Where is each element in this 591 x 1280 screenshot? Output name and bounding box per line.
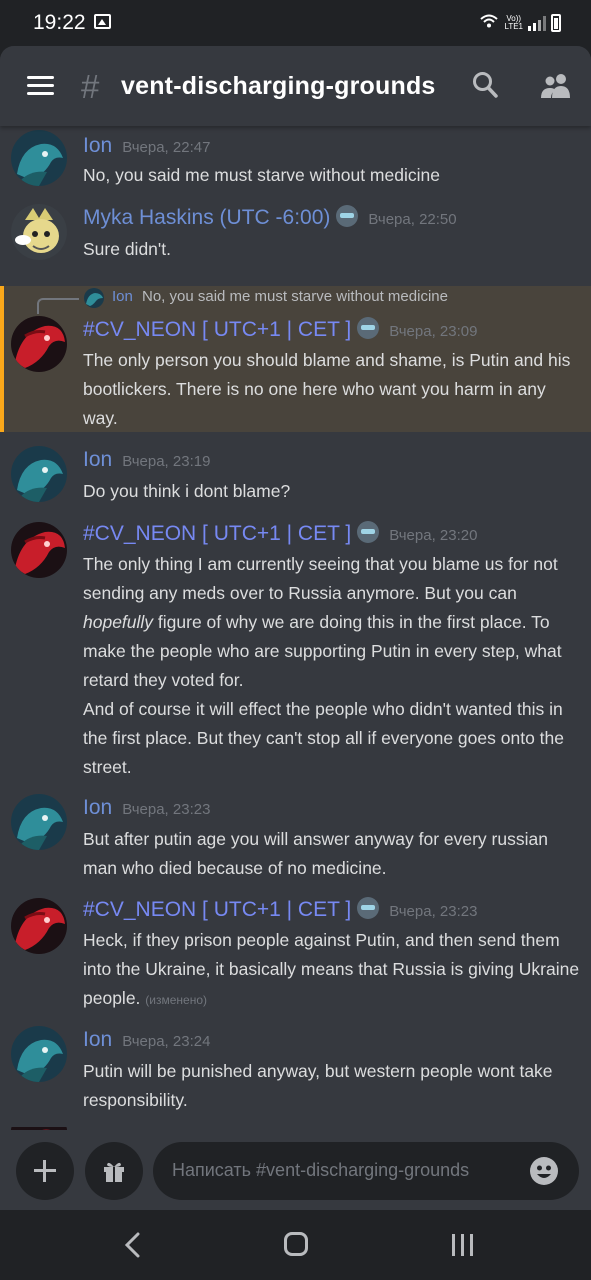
menu-icon[interactable] [27, 76, 54, 96]
message-text: Heck, if they prison people against Puti… [83, 930, 580, 1008]
message-timestamp: Вчера, 23:20 [389, 527, 478, 544]
signal-icon [528, 15, 546, 31]
message-author[interactable]: Ion Вчера, 22:47 [83, 134, 210, 158]
message-timestamp: Вчера, 22:50 [368, 211, 457, 228]
wifi-icon [479, 13, 499, 34]
message-text: Sure didn't. [83, 239, 171, 259]
members-icon[interactable] [540, 72, 572, 98]
reply-author[interactable]: Ion [112, 288, 133, 305]
recents-icon[interactable] [452, 1234, 474, 1256]
message-timestamp: Вчера, 23:23 [122, 801, 211, 818]
avatar [11, 1122, 67, 1130]
reply-avatar [84, 288, 104, 308]
channel-header: # vent-discharging-grounds [0, 46, 591, 126]
nitro-badge-icon [357, 521, 380, 544]
avatar[interactable] [11, 794, 67, 850]
message-list[interactable]: Ion Вчера, 22:47 No, you said me must sta… [0, 126, 591, 1130]
channel-hash-icon: # [81, 68, 100, 105]
channel-title: vent-discharging-grounds [121, 72, 436, 100]
nitro-badge-icon [357, 317, 380, 340]
volte-label: Vo)) LTE1 [504, 14, 523, 31]
message-author[interactable]: Ion Вчера, 23:24 [83, 1028, 210, 1052]
add-attachment-button[interactable] [16, 1142, 74, 1200]
edited-marker: (изменено) [145, 993, 208, 1007]
home-icon[interactable] [284, 1232, 308, 1256]
message-timestamp: Вчера, 23:23 [389, 903, 478, 920]
gallery-notification-icon [94, 14, 111, 29]
status-time: 19:22 [33, 11, 86, 34]
nitro-badge-icon [357, 897, 380, 920]
status-bar: 19:22 Vo)) LTE1 [0, 0, 591, 46]
message-text: But after putin age you will answer anyw… [83, 829, 548, 878]
message-timestamp: Вчера, 22:47 [122, 139, 211, 156]
message-timestamp: Вчера, 23:09 [389, 323, 478, 340]
message-author[interactable]: #CV_NEON [ UTC+1 | CET ] Вчера, 23:20 [83, 521, 478, 546]
avatar[interactable] [11, 522, 67, 578]
message-author[interactable]: Myka Haskins (UTC -6:00) Вчера, 22:50 [83, 205, 457, 230]
message-timestamp: Вчера, 23:19 [122, 453, 211, 470]
avatar[interactable] [11, 130, 67, 186]
message-author[interactable]: #CV_NEON [ UTC+1 | CET ] Вчера, 23:23 [83, 897, 478, 922]
emoji-icon[interactable] [529, 1156, 559, 1186]
nitro-badge-icon [336, 205, 359, 228]
message-timestamp: Вчера, 23:24 [122, 1033, 211, 1050]
message-author[interactable]: #CV_NEON [ UTC+1 | CET ] Вчера, 23:09 [83, 317, 478, 342]
reply-connector [37, 298, 79, 314]
message-text: The only person you should blame and sha… [83, 350, 571, 428]
message-input-placeholder: Написать #vent-discharging-grounds [172, 1160, 470, 1180]
message-author[interactable]: Ion Вчера, 23:19 [83, 448, 210, 472]
avatar[interactable] [11, 898, 67, 954]
avatar[interactable] [11, 446, 67, 502]
avatar[interactable] [11, 316, 67, 372]
reply-preview-text[interactable]: No, you said me must starve without medi… [142, 288, 448, 305]
message-input-bar: Написать #vent-discharging-grounds [0, 1130, 591, 1210]
status-icons: Vo)) LTE1 [479, 12, 561, 34]
search-icon[interactable] [472, 71, 498, 99]
message-text: No, you said me must starve without medi… [83, 165, 440, 185]
emphasis-text: hopefully [83, 612, 154, 632]
gift-button[interactable] [85, 1142, 143, 1200]
message-text: The only thing I am currently seeing tha… [83, 554, 564, 777]
message-text: Putin will be punished anyway, but weste… [83, 1061, 553, 1110]
back-icon[interactable] [122, 1232, 142, 1258]
gift-icon [104, 1162, 124, 1182]
message-input[interactable]: Написать #vent-discharging-grounds [153, 1142, 579, 1200]
message-author[interactable]: Ion Вчера, 23:23 [83, 796, 210, 820]
avatar[interactable] [11, 204, 67, 260]
message-text: Do you think i dont blame? [83, 481, 291, 501]
battery-icon [551, 14, 561, 32]
discord-app: # vent-discharging-grounds Ion Вчера, 22:… [0, 46, 591, 1210]
system-nav-bar [0, 1210, 591, 1280]
avatar[interactable] [11, 1026, 67, 1082]
plus-icon-vertical [43, 1160, 46, 1182]
